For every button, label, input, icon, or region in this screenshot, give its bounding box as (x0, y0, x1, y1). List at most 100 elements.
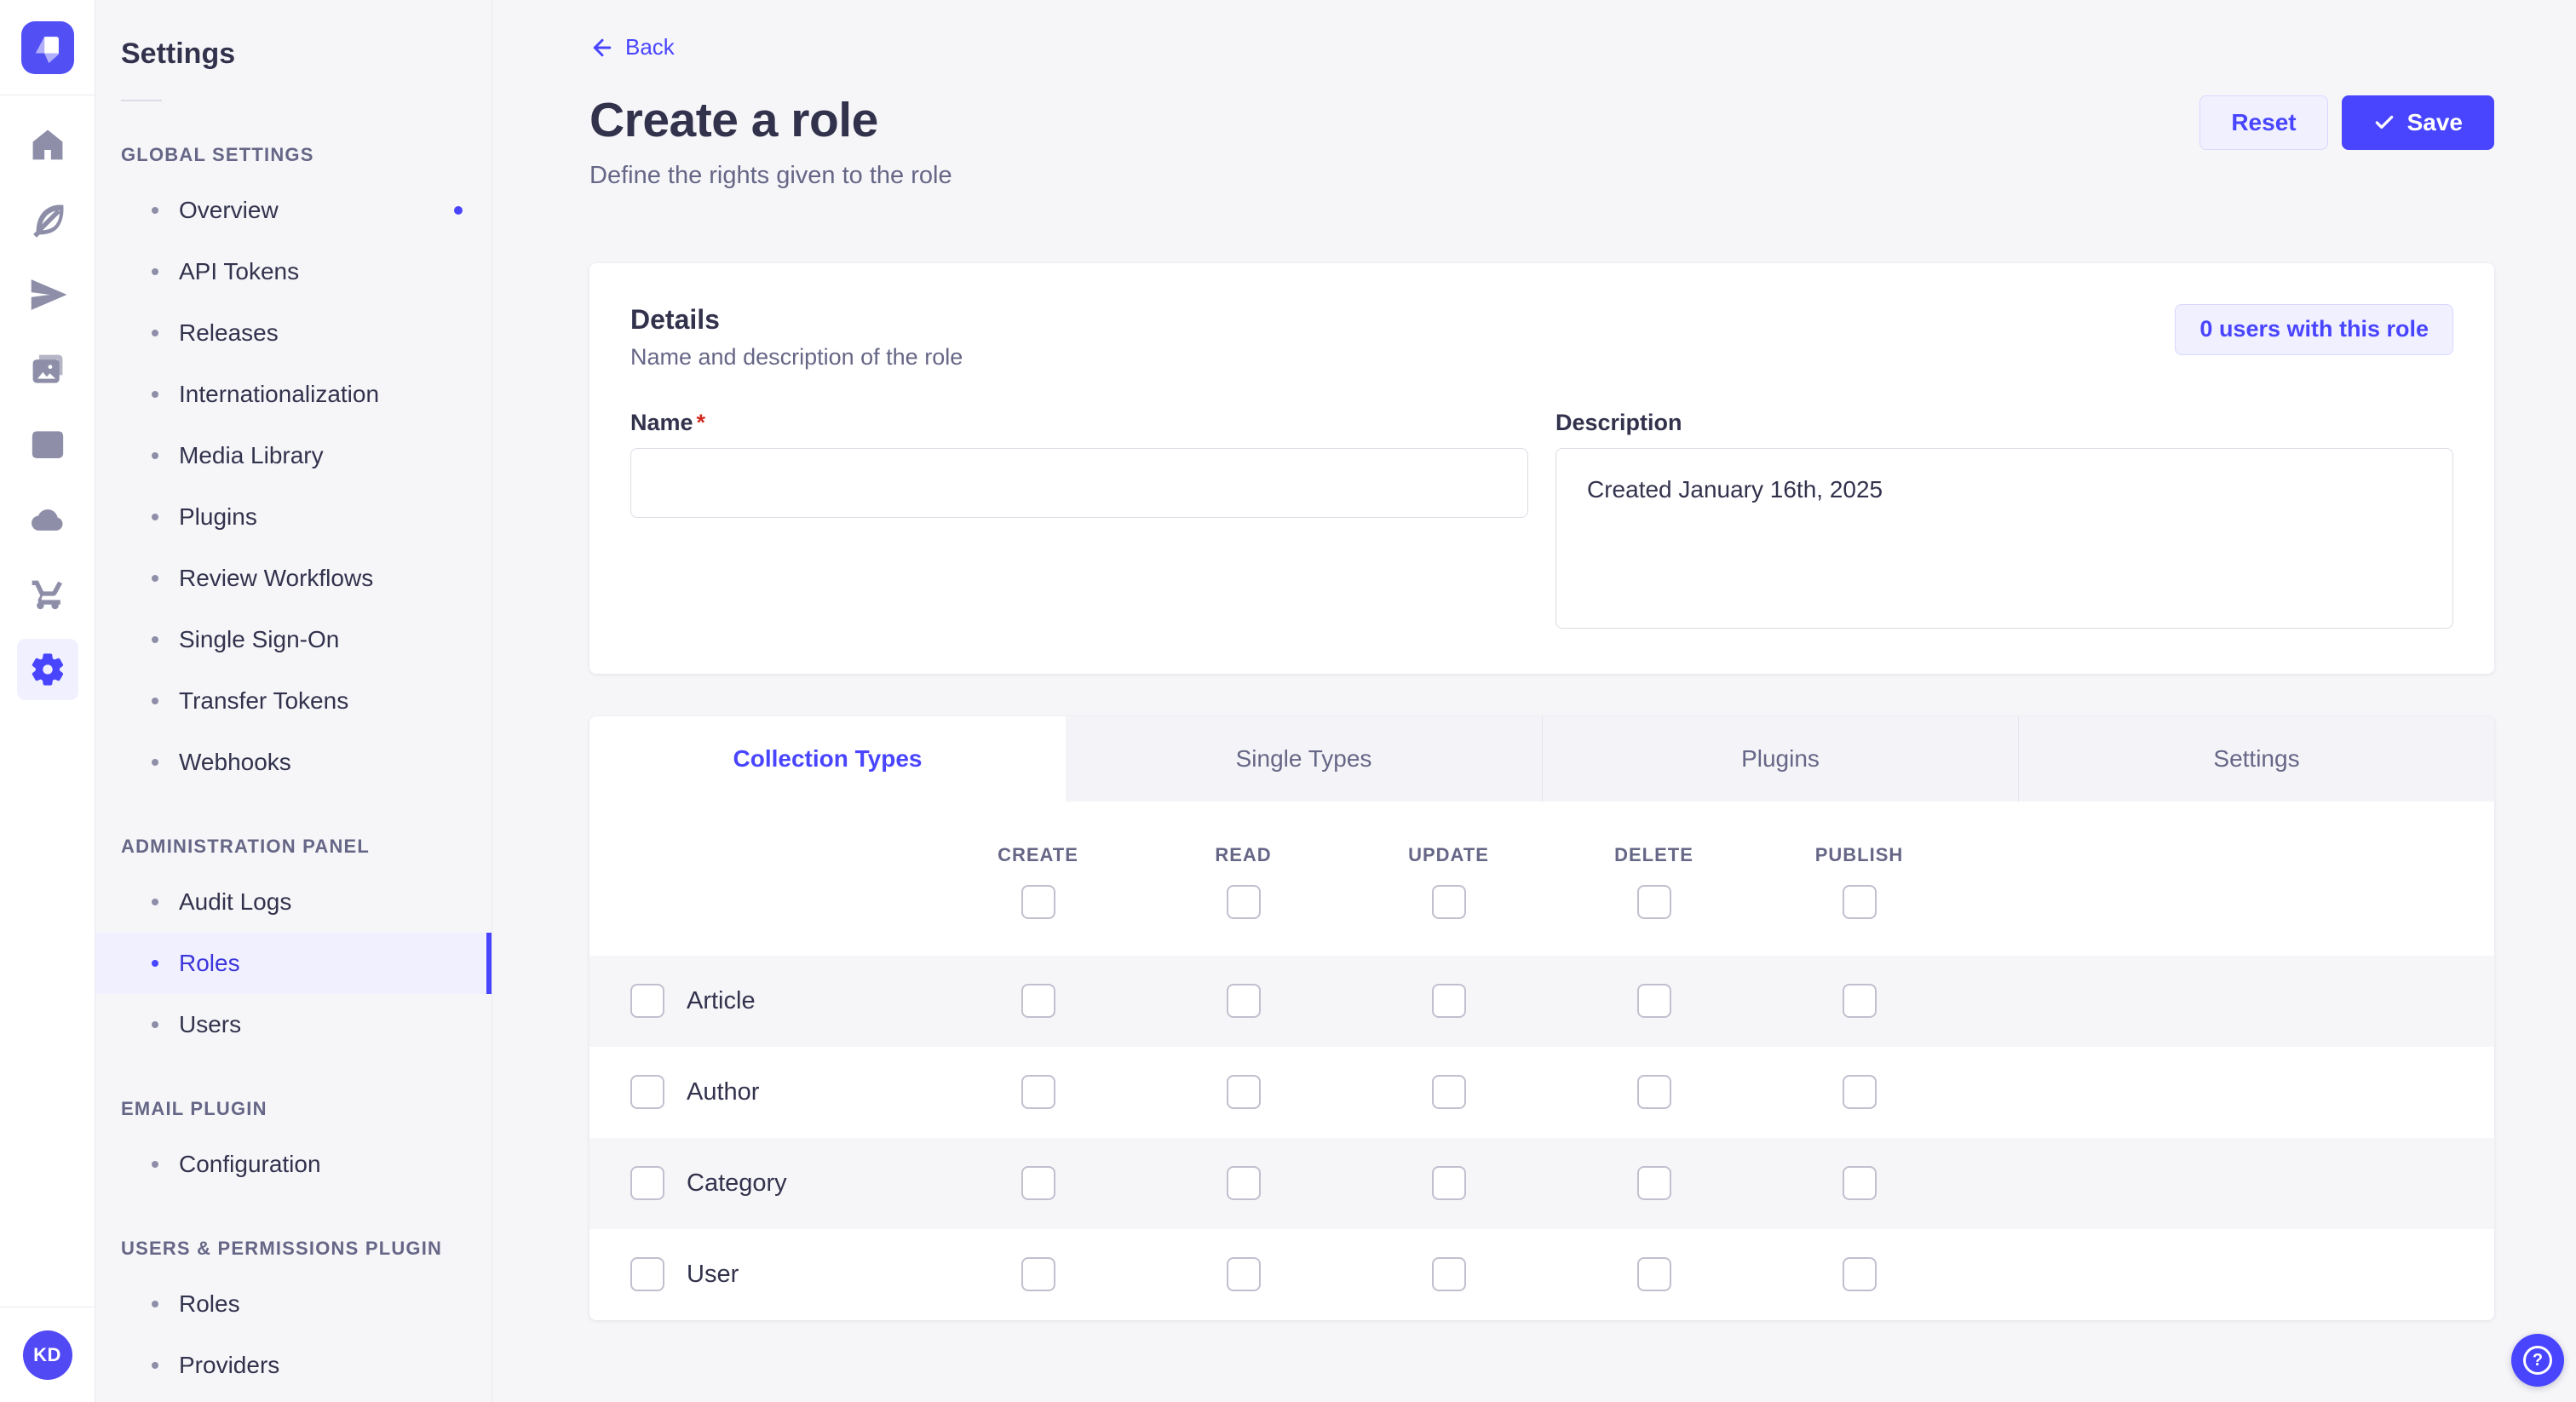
arrow-left-icon (589, 35, 615, 60)
main-nav-rail: KD (0, 0, 95, 1402)
select-all-read-checkbox[interactable] (1227, 885, 1261, 919)
select-all-update-checkbox[interactable] (1432, 885, 1466, 919)
settings-gear-icon[interactable] (17, 639, 78, 700)
tab-single-types[interactable]: Single Types (1066, 716, 1542, 802)
permission-checkbox[interactable] (1021, 1075, 1055, 1109)
marketplace-cart-icon[interactable] (17, 564, 78, 625)
sidebar-item-internationalization[interactable]: Internationalization (95, 364, 492, 425)
home-icon[interactable] (17, 114, 78, 175)
name-input[interactable] (630, 448, 1528, 518)
row-label: Article (687, 987, 756, 1015)
sidebar-item-label: Media Library (179, 442, 324, 469)
bullet-icon (152, 330, 158, 336)
help-button[interactable]: ? (2511, 1334, 2564, 1387)
bullet-icon (152, 960, 158, 967)
table-row-category: Category (589, 1138, 2494, 1229)
bullet-icon (152, 207, 158, 214)
back-link[interactable]: Back (589, 34, 675, 60)
bullet-icon (152, 759, 158, 766)
page-title: Create a role (589, 92, 952, 148)
tab-settings[interactable]: Settings (2018, 716, 2494, 802)
content-feather-icon[interactable] (17, 189, 78, 250)
sidebar-item-label: Roles (179, 1290, 240, 1318)
permission-checkbox[interactable] (1021, 1257, 1055, 1291)
permission-checkbox[interactable] (1021, 1166, 1055, 1200)
save-button[interactable]: Save (2342, 95, 2494, 150)
permission-checkbox[interactable] (1432, 1166, 1466, 1200)
permission-checkbox[interactable] (1637, 1257, 1671, 1291)
permission-checkbox[interactable] (1432, 984, 1466, 1018)
sidebar-item-providers[interactable]: Providers (95, 1335, 492, 1396)
sidebar-item-single-sign-on[interactable]: Single Sign-On (95, 609, 492, 670)
permissions-tabs: Collection Types Single Types Plugins Se… (589, 716, 2494, 802)
permission-checkbox[interactable] (1432, 1257, 1466, 1291)
permission-checkbox[interactable] (1637, 1075, 1671, 1109)
bullet-icon (152, 1362, 158, 1369)
sidebar-item-configuration[interactable]: Configuration (95, 1134, 492, 1195)
permission-checkbox[interactable] (1227, 984, 1261, 1018)
permission-checkbox[interactable] (1637, 984, 1671, 1018)
sidebar-item-overview[interactable]: Overview (95, 180, 492, 241)
column-header-read: READ (1215, 844, 1271, 866)
row-select-checkbox[interactable] (630, 984, 664, 1018)
rail-icon-list (0, 95, 95, 700)
settings-sidebar: Settings GLOBAL SETTINGS Overview API To… (95, 0, 492, 1402)
permission-checkbox[interactable] (1227, 1075, 1261, 1109)
strapi-logo[interactable] (21, 21, 74, 74)
permission-checkbox[interactable] (1227, 1166, 1261, 1200)
sidebar-item-roles[interactable]: Roles (95, 933, 492, 994)
sidebar-item-up-roles[interactable]: Roles (95, 1273, 492, 1335)
column-header-publish: PUBLISH (1815, 844, 1904, 866)
sidebar-item-webhooks[interactable]: Webhooks (95, 732, 492, 793)
tab-plugins[interactable]: Plugins (1542, 716, 2018, 802)
question-mark-icon: ? (2523, 1346, 2552, 1375)
select-all-create-checkbox[interactable] (1021, 885, 1055, 919)
bullet-icon (152, 1021, 158, 1028)
table-row-user: User (589, 1229, 2494, 1320)
check-icon (2373, 112, 2395, 134)
permission-checkbox[interactable] (1432, 1075, 1466, 1109)
avatar[interactable]: KD (23, 1330, 72, 1380)
row-select-checkbox[interactable] (630, 1257, 664, 1291)
column-header-delete: DELETE (1614, 844, 1693, 866)
sidebar-item-audit-logs[interactable]: Audit Logs (95, 871, 492, 933)
row-select-checkbox[interactable] (630, 1166, 664, 1200)
sidebar-item-transfer-tokens[interactable]: Transfer Tokens (95, 670, 492, 732)
main-content: Back Create a role Define the rights giv… (492, 0, 2576, 1402)
users-with-role-button[interactable]: 0 users with this role (2175, 304, 2453, 355)
sidebar-item-api-tokens[interactable]: API Tokens (95, 241, 492, 302)
sidebar-item-label: Roles (179, 950, 240, 977)
tab-collection-types[interactable]: Collection Types (589, 716, 1066, 802)
permission-checkbox[interactable] (1227, 1257, 1261, 1291)
permissions-header-row: CREATE READ UPDATE DELETE PUBLISH (589, 802, 2494, 956)
description-input[interactable]: Created January 16th, 2025 (1555, 448, 2453, 629)
sidebar-item-users[interactable]: Users (95, 994, 492, 1055)
sidebar-item-plugins[interactable]: Plugins (95, 486, 492, 548)
sidebar-item-label: Audit Logs (179, 888, 291, 916)
permission-checkbox[interactable] (1637, 1166, 1671, 1200)
sidebar-item-label: Providers (179, 1352, 279, 1379)
select-all-delete-checkbox[interactable] (1637, 885, 1671, 919)
section-title-users-permissions-plugin: USERS & PERMISSIONS PLUGIN (121, 1238, 466, 1260)
deploy-cloud-icon[interactable] (17, 489, 78, 550)
content-type-layout-icon[interactable] (17, 414, 78, 475)
permission-checkbox[interactable] (1843, 1257, 1877, 1291)
reset-button[interactable]: Reset (2199, 95, 2327, 150)
release-paper-plane-icon[interactable] (17, 264, 78, 325)
permission-checkbox[interactable] (1021, 984, 1055, 1018)
bullet-icon (152, 391, 158, 398)
permission-checkbox[interactable] (1843, 1166, 1877, 1200)
sidebar-item-releases[interactable]: Releases (95, 302, 492, 364)
sidebar-item-review-workflows[interactable]: Review Workflows (95, 548, 492, 609)
media-library-images-icon[interactable] (17, 339, 78, 400)
sidebar-item-media-library[interactable]: Media Library (95, 425, 492, 486)
sidebar-title: Settings (121, 37, 492, 71)
row-select-checkbox[interactable] (630, 1075, 664, 1109)
permission-checkbox[interactable] (1843, 1075, 1877, 1109)
divider (121, 100, 162, 101)
select-all-publish-checkbox[interactable] (1843, 885, 1877, 919)
bullet-icon (152, 452, 158, 459)
bullet-icon (152, 575, 158, 582)
row-label: Author (687, 1078, 759, 1106)
permission-checkbox[interactable] (1843, 984, 1877, 1018)
